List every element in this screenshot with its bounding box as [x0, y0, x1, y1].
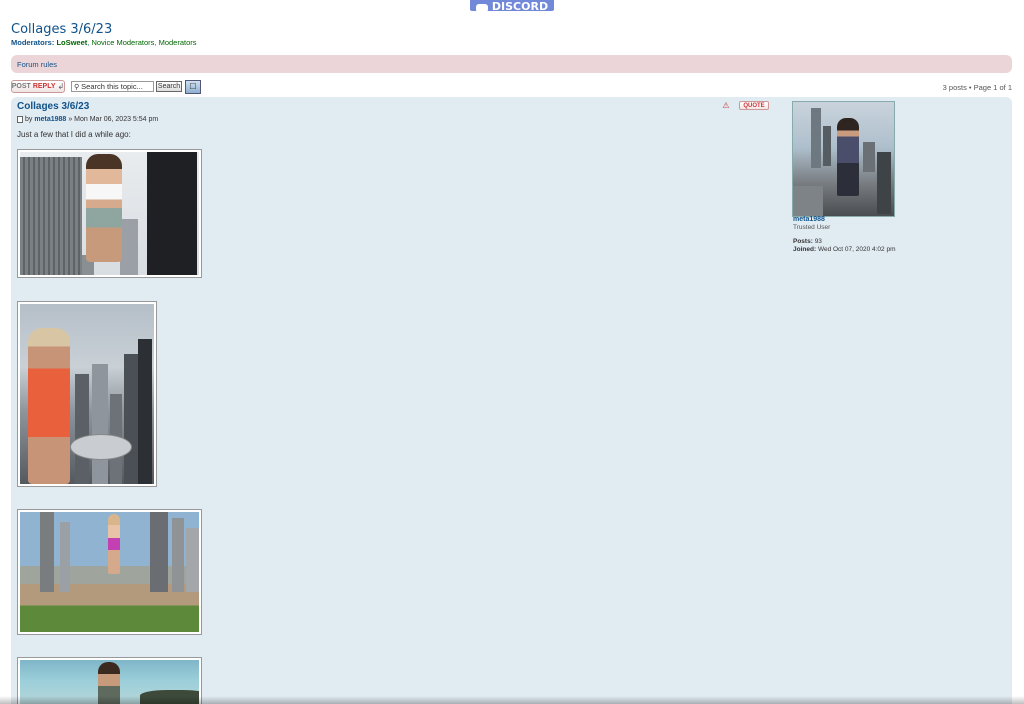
discord-banner[interactable]: DISCORD: [470, 0, 554, 11]
post-reply-label-a: POST: [11, 83, 31, 90]
joined-date: Wed Oct 07, 2020 4:02 pm: [817, 246, 896, 253]
posts-count: 93: [814, 238, 822, 245]
advanced-search-icon[interactable]: ☐: [185, 80, 201, 94]
post-title[interactable]: Collages 3/6/23: [17, 101, 89, 112]
post-by: by: [25, 116, 33, 123]
forum-rules-bar: Forum rules: [11, 55, 1012, 73]
posts-label: Posts:: [793, 238, 813, 245]
window-bottom-shadow: [0, 696, 1024, 704]
profile-username-link[interactable]: meta1988: [793, 216, 825, 223]
post-body-text: Just a few that I did a while ago:: [17, 130, 131, 139]
post-meta: by meta1988 » Mon Mar 06, 2023 5:54 pm: [17, 116, 158, 123]
moderators-label: Moderators:: [11, 38, 55, 47]
topic-action-bar: POST REPLY ↲ ⚲ Search this topic... Searc…: [11, 80, 1012, 96]
forum-rules-link[interactable]: Forum rules: [17, 60, 57, 69]
search-input[interactable]: ⚲ Search this topic...: [71, 81, 154, 92]
post-reply-button[interactable]: POST REPLY ↲: [11, 80, 65, 93]
avatar[interactable]: [792, 101, 895, 217]
figure-shape: [28, 328, 70, 484]
post-date: » Mon Mar 06, 2023 5:54 pm: [68, 116, 159, 123]
moderator-group-link[interactable]: Novice Moderators: [91, 38, 154, 47]
post-file-icon[interactable]: [17, 116, 23, 123]
search-button[interactable]: Search: [156, 81, 182, 92]
search-placeholder: Search this topic...: [81, 82, 143, 91]
pagination: 3 posts • Page 1 of 1: [942, 83, 1012, 92]
figure-shape: [86, 154, 122, 262]
discord-logo-icon: [475, 4, 488, 11]
search-icon: ⚲: [74, 83, 80, 91]
collage-image-3[interactable]: [17, 509, 202, 635]
post: Collages 3/6/23 by meta1988 » Mon Mar 06…: [11, 97, 1012, 704]
profile-rank: Trusted User: [793, 224, 831, 231]
figure-shape: [108, 514, 120, 574]
discord-label: DISCORD: [491, 0, 549, 11]
collage-image-1[interactable]: [17, 149, 202, 278]
profile-joined: Joined: Wed Oct 07, 2020 4:02 pm: [793, 246, 896, 253]
post-author-link[interactable]: meta1988: [34, 116, 66, 123]
quote-label: QUOTE: [743, 103, 765, 109]
moderator-group-link[interactable]: Moderators: [159, 38, 197, 47]
reply-arrow-icon: ↲: [57, 82, 65, 91]
quote-button[interactable]: QUOTE: [739, 101, 769, 110]
moderator-link[interactable]: LoSweet: [56, 38, 87, 47]
report-icon[interactable]: ⚠: [721, 101, 731, 110]
profile-posts: Posts: 93: [793, 238, 822, 245]
moderators-line: Moderators: LoSweet, Novice Moderators, …: [11, 38, 197, 47]
forum-title[interactable]: Collages 3/6/23: [11, 22, 112, 37]
post-reply-label-b: REPLY: [32, 83, 56, 90]
figure-shape: [837, 118, 859, 196]
collage-image-2[interactable]: [17, 301, 157, 487]
joined-label: Joined:: [793, 246, 817, 253]
